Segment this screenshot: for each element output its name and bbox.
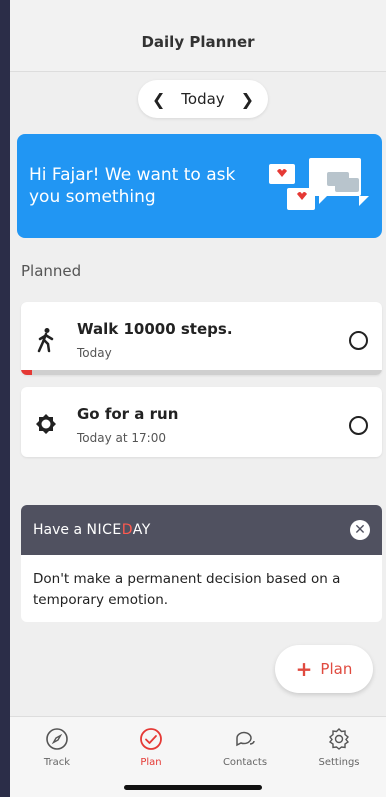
close-icon[interactable]: ✕ — [350, 520, 370, 540]
logo-part-d: D — [121, 522, 133, 538]
planned-section-title: Planned — [21, 262, 82, 280]
planned-item-subtitle: Today at 17:00 — [77, 431, 166, 445]
date-navigator: ❮ Today ❯ — [138, 80, 268, 118]
planned-item[interactable]: Walk 10000 steps. Today — [21, 302, 382, 375]
add-plan-button[interactable]: + Plan — [275, 645, 373, 693]
feedback-illustration-icon — [269, 158, 369, 210]
add-plan-label: Plan — [320, 660, 353, 678]
tab-track[interactable]: Track — [22, 727, 92, 768]
quote-card-header: Have a NICEDAY ✕ — [21, 505, 382, 555]
chevron-right-icon[interactable]: ❯ — [241, 90, 254, 109]
walking-person-icon — [37, 328, 54, 353]
logo-part-nice: NICE — [86, 522, 122, 538]
plus-icon: + — [295, 657, 313, 681]
survey-banner[interactable]: Hi Fajar! We want to ask you something — [17, 134, 382, 238]
planned-item-title: Go for a run — [77, 405, 179, 423]
niceday-logo: NICEDAY — [86, 522, 150, 538]
header: Daily Planner — [10, 0, 386, 72]
logo-part-ay: AY — [132, 522, 151, 538]
brand-prefix: Have a — [33, 522, 87, 538]
tab-label: Track — [43, 757, 71, 768]
complete-radio-button[interactable] — [349, 416, 368, 435]
chevron-left-icon[interactable]: ❮ — [152, 90, 165, 109]
tab-contacts[interactable]: Contacts — [210, 727, 280, 768]
tab-label: Contacts — [222, 757, 268, 768]
gear-icon — [36, 414, 56, 434]
quote-text: Don't make a permanent decision based on… — [33, 571, 341, 608]
progress-track — [21, 370, 382, 375]
planned-item-title: Walk 10000 steps. — [77, 320, 233, 338]
app-screen: Daily Planner ❮ Today ❯ Hi Fajar! We wan… — [10, 0, 386, 797]
progress-fill — [21, 370, 32, 375]
tab-settings[interactable]: Settings — [304, 727, 374, 768]
banner-text: Hi Fajar! We want to ask you something — [29, 165, 236, 207]
planned-item-subtitle: Today — [77, 346, 112, 360]
niceday-brand: Have a NICEDAY — [33, 522, 151, 538]
tab-label: Plan — [140, 757, 162, 768]
check-circle-icon — [140, 728, 162, 750]
complete-radio-button[interactable] — [349, 331, 368, 350]
tab-plan[interactable]: Plan — [116, 727, 186, 768]
compass-icon — [46, 728, 68, 750]
gear-icon — [328, 728, 350, 750]
chat-bubbles-icon — [236, 731, 255, 747]
planned-item[interactable]: Go for a run Today at 17:00 — [21, 387, 382, 457]
home-indicator — [124, 785, 262, 790]
date-label: Today — [181, 90, 225, 108]
quote-card: Have a NICEDAY ✕ Don't make a permanent … — [21, 505, 382, 622]
tab-label: Settings — [318, 757, 360, 768]
page-title: Daily Planner — [141, 33, 255, 51]
